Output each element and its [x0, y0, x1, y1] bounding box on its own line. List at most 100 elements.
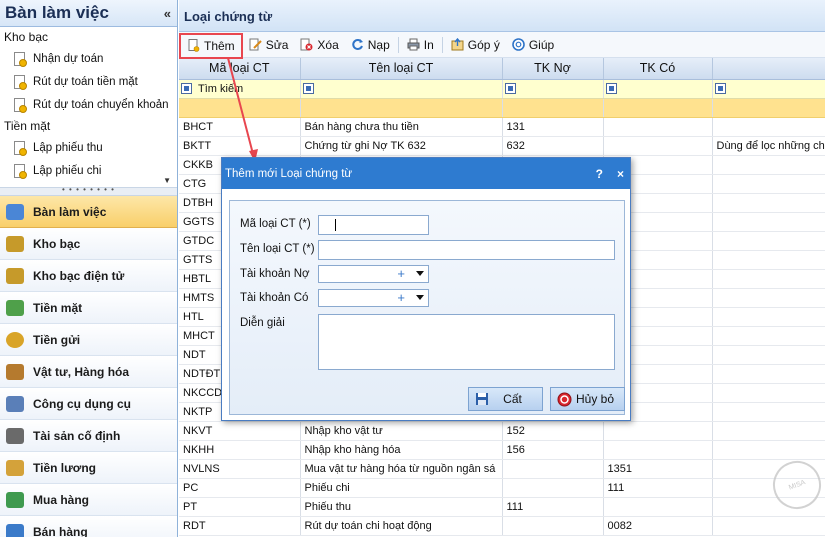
nav-tien-mat[interactable]: Tiền mặt: [0, 292, 177, 324]
table-cell: [603, 497, 713, 517]
table-cell: Bán hàng chưa thu tiền: [300, 117, 503, 137]
filter-cell[interactable]: [502, 79, 604, 99]
table-cell: [502, 459, 604, 479]
filter-cell[interactable]: [712, 79, 825, 99]
table-cell: [603, 421, 713, 441]
table-cell: [603, 136, 713, 156]
table-cell: [712, 288, 825, 308]
tai-khoan-co-combo[interactable]: +: [318, 289, 429, 307]
filter-operator-icon[interactable]: [302, 83, 314, 95]
column-header-tk-no[interactable]: TK Nợ: [502, 58, 604, 80]
tree-item-label: Lập phiếu chi: [33, 164, 102, 177]
tree-group-tien-mat[interactable]: Tiền mặt: [0, 116, 177, 136]
document-icon: [14, 97, 27, 113]
table-cell: Nhập kho vật tư: [300, 421, 503, 441]
nav-tai-san-co-dinh[interactable]: Tài sản cố định: [0, 420, 177, 452]
column-header-ma-loai-ct[interactable]: Mã loại CT: [179, 58, 301, 80]
help-button[interactable]: Giúp: [506, 34, 560, 56]
print-button[interactable]: In: [401, 34, 440, 56]
nav-kho-bac[interactable]: Kho bạc: [0, 228, 177, 260]
dialog-titlebar[interactable]: Thêm mới Loại chứng từ ? ×: [222, 158, 630, 189]
table-cell: 111: [603, 478, 713, 498]
table-cell: Phiếu chi: [300, 478, 503, 498]
add-icon[interactable]: +: [397, 290, 405, 306]
selected-row[interactable]: [179, 98, 825, 118]
filter-operator-icon[interactable]: [605, 83, 617, 95]
tree-group-kho-bac[interactable]: Kho bạc: [0, 27, 177, 47]
close-icon[interactable]: ×: [617, 167, 624, 181]
ten-loai-ct-input[interactable]: [318, 240, 615, 260]
table-cell: Chứng từ ghi Nợ TK 632: [300, 136, 503, 156]
table-row[interactable]: BKTT Chứng từ ghi Nợ TK 632 632 Dùng để lọc…: [179, 136, 825, 156]
filter-operator-icon[interactable]: [181, 83, 192, 95]
table-cell: [712, 383, 825, 403]
table-row[interactable]: NKVT Nhập kho vật tư 152: [179, 421, 825, 441]
filter-cell[interactable]: Tìm kiếm: [179, 79, 301, 99]
filter-operator-icon[interactable]: [714, 83, 726, 95]
filter-cell[interactable]: [603, 79, 713, 99]
nav-kho-bac-dien-tu[interactable]: Kho bạc điện tử: [0, 260, 177, 292]
refresh-button-label: Nạp: [367, 37, 390, 52]
filter-cell[interactable]: [300, 79, 503, 99]
chevron-down-icon[interactable]: [416, 295, 424, 300]
dien-giai-textarea[interactable]: [318, 314, 615, 370]
nav-cong-cu-dung-cu[interactable]: Công cụ dụng cụ: [0, 388, 177, 420]
table-header-row: Mã loại CT Tên loại CT TK Nợ TK Có: [179, 58, 825, 80]
collapse-icon[interactable]: «: [164, 6, 171, 21]
tree-item-rut-du-toan-chuyen-khoan[interactable]: Rút dự toán chuyển khoản: [0, 93, 177, 116]
nav-tien-luong[interactable]: Tiền lương: [0, 452, 177, 484]
help-icon[interactable]: ?: [596, 167, 603, 181]
table-row[interactable]: BHCT Bán hàng chưa thu tiền 131: [179, 117, 825, 137]
nav-ban-hang[interactable]: Bán hàng: [0, 516, 177, 537]
feedback-icon: [451, 38, 464, 51]
tree-item-rut-du-toan-tien-mat[interactable]: Rút dự toán tiền mặt: [0, 70, 177, 93]
table-row[interactable]: NKHH Nhập kho hàng hóa 156: [179, 440, 825, 460]
nav-label: Kho bạc điện tử: [33, 268, 125, 283]
chevron-down-icon[interactable]: [416, 271, 424, 276]
table-row[interactable]: PT Phiếu thu 111: [179, 497, 825, 517]
table-cell: [502, 516, 604, 536]
salary-icon: [6, 459, 24, 476]
add-button[interactable]: Thêm: [179, 32, 243, 59]
save-button[interactable]: Cất: [468, 387, 543, 411]
panel-splitter[interactable]: • • • • • • • •: [0, 186, 177, 196]
tai-khoan-co-label: Tài khoản Có: [240, 292, 309, 304]
filter-operator-icon[interactable]: [504, 83, 516, 95]
add-icon[interactable]: +: [397, 266, 405, 282]
delete-icon: [300, 38, 313, 51]
tools-icon: [6, 395, 24, 412]
delete-button[interactable]: Xóa: [294, 34, 344, 56]
table-cell: PT: [179, 497, 301, 517]
tree-item-nhan-du-toan[interactable]: Nhận dự toán: [0, 47, 177, 70]
document-icon: [14, 51, 27, 67]
cancel-icon: [557, 392, 572, 406]
table-row[interactable]: PC Phiếu chi 111: [179, 478, 825, 498]
tree-item-lap-phieu-chi[interactable]: Lập phiếu chi: [0, 159, 177, 182]
feedback-button[interactable]: Góp ý: [445, 34, 506, 56]
quick-tree: Kho bạc Nhận dự toán Rút dự toán tiền mặ…: [0, 27, 177, 187]
cancel-button[interactable]: Hủy bỏ: [550, 387, 625, 411]
dialog-title: Thêm mới Loại chứng từ: [225, 167, 353, 180]
ma-loai-ct-input[interactable]: [318, 215, 429, 235]
table-cell: [712, 193, 825, 213]
refresh-button[interactable]: Nạp: [345, 34, 396, 56]
column-header-tk-co[interactable]: TK Có: [603, 58, 713, 80]
nav-vat-tu-hang-hoa[interactable]: Vật tư, Hàng hóa: [0, 356, 177, 388]
nav-ban-lam-viec[interactable]: Bàn làm việc: [0, 196, 177, 228]
edit-button[interactable]: Sửa: [243, 34, 295, 56]
tree-item-lap-phieu-thu[interactable]: Lập phiếu thu: [0, 136, 177, 159]
left-panel-title: Bàn làm việc: [5, 3, 109, 22]
nav-tien-gui[interactable]: Tiền gửi: [0, 324, 177, 356]
table-row[interactable]: NVLNS Mua vật tư hàng hóa từ nguồn ngân s…: [179, 459, 825, 479]
nav-mua-hang[interactable]: Mua hàng: [0, 484, 177, 516]
tree-item-label: Rút dự toán tiền mặt: [33, 75, 138, 88]
print-icon: [407, 38, 420, 51]
table-cell: 111: [502, 497, 604, 517]
scroll-down-icon[interactable]: ▼: [163, 176, 171, 185]
column-header-dien-giai[interactable]: [712, 58, 825, 80]
edit-icon: [249, 38, 262, 51]
table-row[interactable]: RDT Rút dự toán chi hoạt động 0082: [179, 516, 825, 536]
nav-label: Tài sản cố định: [33, 428, 121, 443]
column-header-ten-loai-ct[interactable]: Tên loại CT: [300, 58, 503, 80]
tai-khoan-no-combo[interactable]: +: [318, 265, 429, 283]
